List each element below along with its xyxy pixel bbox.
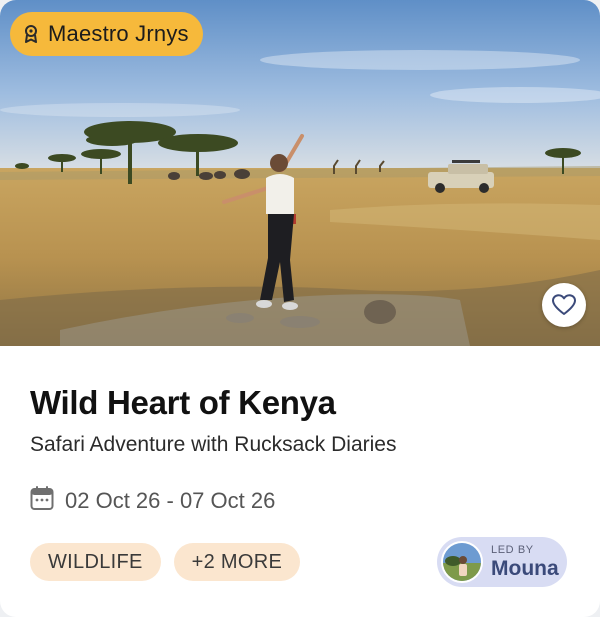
favorite-button[interactable] — [542, 283, 586, 327]
trip-subtitle: Safari Adventure with Rucksack Diaries — [30, 433, 397, 456]
trip-card[interactable]: Maestro Jrnys Wild Heart of Kenya Safari… — [0, 0, 600, 617]
trip-dates: 02 Oct 26 - 07 Oct 26 — [30, 485, 275, 516]
tag-wildlife[interactable]: WILDLIFE — [30, 543, 161, 581]
heart-outline-icon — [552, 294, 576, 316]
award-badge-icon — [22, 23, 40, 45]
calendar-icon — [30, 485, 54, 516]
tag-list: WILDLIFE +2 MORE — [30, 543, 301, 581]
trip-leader[interactable]: LED BY Mouna — [437, 537, 567, 587]
date-range-label: 02 Oct 26 - 07 Oct 26 — [65, 487, 276, 513]
tag-more[interactable]: +2 MORE — [173, 543, 301, 581]
trip-title[interactable]: Wild Heart of Kenya — [30, 384, 336, 422]
hero-image[interactable]: Maestro Jrnys — [0, 0, 600, 346]
avatar — [441, 541, 483, 583]
host-badge-label: Maestro Jrnys — [48, 21, 189, 46]
host-badge[interactable]: Maestro Jrnys — [10, 12, 203, 56]
leader-caption: LED BY — [491, 544, 534, 556]
leader-name: Mouna — [491, 557, 559, 580]
